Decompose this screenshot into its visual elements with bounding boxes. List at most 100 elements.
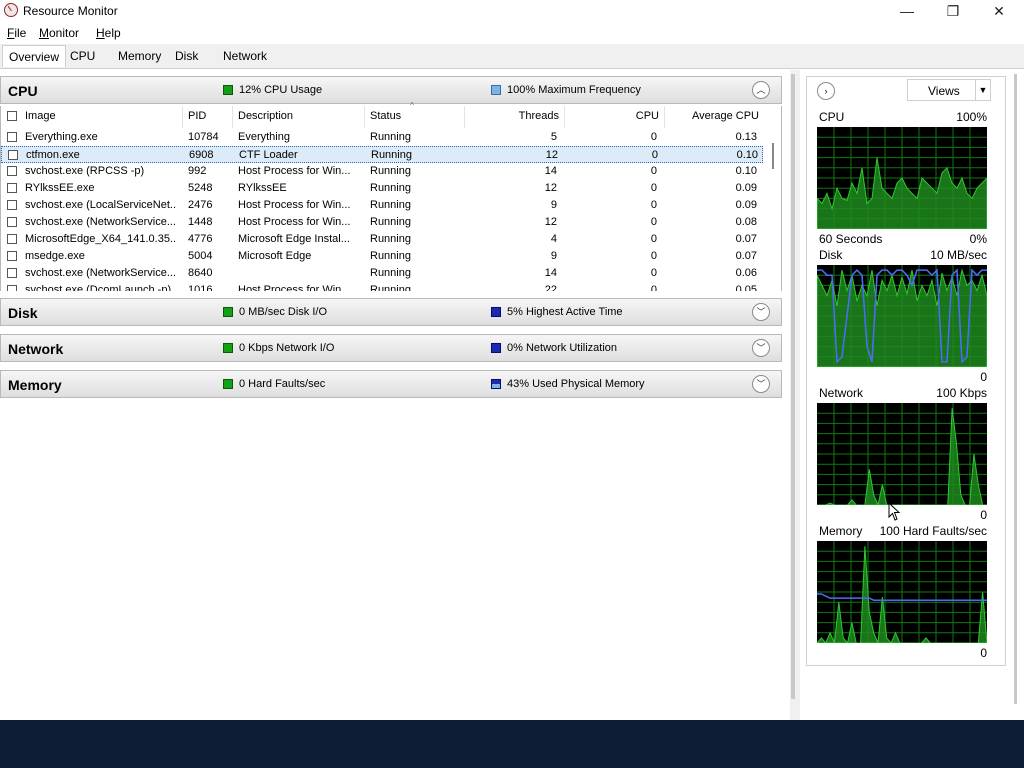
views-dropdown[interactable]: Views ▼ [907,79,991,101]
menu-help[interactable]: Help [96,26,121,40]
network-graph-max: 100 Kbps [936,386,987,400]
cell-description: Host Process for Win... [238,284,351,291]
col-sep[interactable] [182,106,183,128]
pane-scrollbar-thumb[interactable] [791,74,795,699]
memory-graph-max: 100 Hard Faults/sec [879,524,987,538]
expand-network-icon[interactable]: ﹀ [752,339,770,357]
network-section-header[interactable]: Network 0 Kbps Network I/O 0% Network Ut… [0,334,782,362]
row-checkbox[interactable] [7,166,17,176]
cpu-section-header[interactable]: CPU 12% CPU Usage 100% Maximum Frequency… [0,76,782,104]
cell-threads: 14 [544,267,557,279]
physical-memory-swatch [491,379,501,389]
tab-disk[interactable]: Disk [175,49,198,63]
cell-cpu: 0 [650,284,657,291]
cell-cpu: 0 [650,131,657,143]
table-row[interactable]: RYlkssEE.exe 5248 RYlkssEE Running 12 0 0.09 [1,180,763,197]
row-checkbox[interactable] [7,217,17,227]
row-checkbox[interactable] [7,200,17,210]
table-row[interactable]: Everything.exe 10784 Everything Running 5 0 0.… [1,129,763,146]
cell-description: Host Process for Win... [238,165,351,177]
table-row[interactable]: svchost.exe (DcomLaunch -p) 1016 Host Proc… [1,282,763,291]
row-checkbox[interactable] [7,183,17,193]
col-sep[interactable] [664,106,665,128]
tab-network[interactable]: Network [223,49,267,63]
col-sep[interactable] [564,106,565,128]
tab-memory[interactable]: Memory [118,49,161,63]
table-row[interactable]: MicrosoftEdge_X64_141.0.35... 4776 Microso… [1,231,763,248]
active-time-text: 5% Highest Active Time [507,306,623,318]
row-checkbox[interactable] [7,251,17,261]
cell-description: RYlkssEE [238,182,287,194]
cell-threads: 5 [550,131,557,143]
cell-status: Running [370,267,411,279]
table-row[interactable]: svchost.exe (NetworkService... 1448 Host P… [1,214,763,231]
cell-average-cpu: 0.09 [735,199,757,211]
cell-status: Running [370,233,411,245]
col-threads[interactable]: Threads [471,110,559,122]
tab-cpu[interactable]: CPU [70,49,95,63]
cell-image: svchost.exe (LocalServiceNet... [25,199,177,211]
table-row[interactable]: svchost.exe (NetworkService... 8640 Runnin… [1,265,763,282]
select-all-checkbox[interactable] [7,111,17,121]
hard-faults-text: 0 Hard Faults/sec [239,378,326,390]
chevron-down-icon[interactable]: ▼ [975,80,990,100]
network-section-title: Network [8,341,64,357]
row-checkbox[interactable] [7,234,17,244]
cell-image: svchost.exe (RPCSS -p) [25,165,145,177]
row-checkbox[interactable] [7,268,17,278]
col-description[interactable]: Description [238,110,293,122]
network-graph [817,403,987,505]
network-io-swatch [223,343,233,353]
cell-image: svchost.exe (DcomLaunch -p) [25,284,172,291]
title-bar: Resource Monitor — ❐ ✕ [0,0,1024,22]
table-row[interactable]: msedge.exe 5004 Microsoft Edge Running 9 0 0.0… [1,248,763,265]
col-sep[interactable] [364,106,365,128]
cell-threads: 12 [544,182,557,194]
table-row[interactable]: svchost.exe (LocalServiceNet... 2476 Host … [1,197,763,214]
graph-pane: › Views ▼ CPU 100% 60 Seconds 0% Disk 10… [806,76,1006,666]
col-sep[interactable] [232,106,233,128]
collapse-pane-icon[interactable]: › [817,82,835,100]
hard-faults-swatch [223,379,233,389]
cell-image: ctfmon.exe [26,149,80,161]
row-checkbox[interactable] [7,285,17,291]
disk-graph-title: Disk [819,248,843,262]
cpu-graph-duration: 60 Seconds [819,232,883,246]
tab-overview[interactable]: Overview [2,45,67,67]
cell-pid: 1016 [188,284,213,291]
cell-image: RYlkssEE.exe [25,182,95,194]
col-status[interactable]: Status [370,110,401,122]
cell-threads: 14 [544,165,557,177]
close-button[interactable]: ✕ [976,0,1022,22]
expand-disk-icon[interactable]: ﹀ [752,303,770,321]
disk-section-header[interactable]: Disk 0 MB/sec Disk I/O 5% Highest Active… [0,298,782,326]
menu-file[interactable]: File [7,26,26,40]
expand-memory-icon[interactable]: ﹀ [752,375,770,393]
collapse-cpu-icon[interactable]: ︿ [752,81,770,99]
minimize-button[interactable]: — [884,0,930,22]
col-average-cpu[interactable]: Average CPU [671,110,759,122]
memory-graph [817,541,987,643]
memory-section-header[interactable]: Memory 0 Hard Faults/sec 43% Used Physic… [0,370,782,398]
active-time-swatch [491,307,501,317]
cell-threads: 4 [550,233,557,245]
table-row[interactable]: ctfmon.exe 6908 CTF Loader Running 12 0 0.10 [1,146,763,163]
maximize-button[interactable]: ❐ [930,0,976,22]
window-scrollbar[interactable] [1014,74,1017,704]
table-row[interactable]: svchost.exe (RPCSS -p) 992 Host Process fo… [1,163,763,180]
disk-section-title: Disk [8,305,38,321]
table-scrollbar-thumb[interactable] [772,143,774,169]
col-pid[interactable]: PID [188,110,206,122]
row-checkbox[interactable] [8,150,18,160]
col-sep[interactable] [464,106,465,128]
max-frequency-swatch [491,85,501,95]
physical-memory-text: 43% Used Physical Memory [507,378,645,390]
menu-monitor[interactable]: Monitor [39,26,79,40]
col-cpu[interactable]: CPU [571,110,659,122]
cell-cpu: 0 [650,216,657,228]
row-checkbox[interactable] [7,132,17,142]
cell-pid: 5248 [188,182,213,194]
cpu-graph [817,127,987,229]
col-image[interactable]: Image [25,110,56,122]
max-frequency-text: 100% Maximum Frequency [507,84,641,96]
